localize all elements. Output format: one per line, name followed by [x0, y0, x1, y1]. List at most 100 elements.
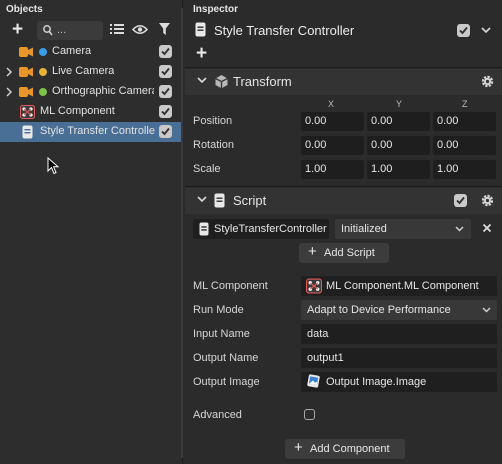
camera-layer-dot: [39, 48, 47, 56]
object-row-ml-component[interactable]: ML Component: [0, 102, 182, 122]
object-label: Live Camera: [52, 65, 115, 77]
scale-z-field[interactable]: 1.00: [433, 160, 496, 179]
gear-icon[interactable]: [480, 74, 495, 89]
script-asset-field[interactable]: StyleTransferController: [193, 219, 329, 239]
position-y-field[interactable]: 0.00: [367, 112, 430, 131]
script-enabled-checkbox[interactable]: [454, 194, 467, 207]
objects-search[interactable]: [37, 21, 103, 40]
output-name-field[interactable]: output1: [301, 348, 497, 368]
expand-arrow-icon[interactable]: [5, 66, 13, 78]
search-input[interactable]: [57, 22, 101, 38]
checkmark-icon: [456, 196, 465, 205]
transform-icon: [215, 75, 228, 89]
objects-panel: Objects + Camera: [0, 0, 183, 464]
checkmark-icon: [161, 67, 170, 76]
list-view-icon[interactable]: [110, 23, 124, 35]
camera-layer-dot: [39, 88, 47, 96]
checkmark-icon: [161, 107, 170, 116]
camera-icon: [19, 47, 33, 57]
divider: [185, 67, 502, 68]
filter-icon[interactable]: [159, 23, 170, 35]
input-name-field[interactable]: data: [301, 324, 497, 344]
script-section-header[interactable]: Script: [185, 188, 502, 214]
script-status-dropdown[interactable]: Initialized: [335, 219, 471, 239]
objects-tree: Camera Live Camera Orthographic Camera M…: [0, 42, 182, 142]
script-asset-name: StyleTransferController: [214, 223, 327, 235]
chevron-down-icon[interactable]: [197, 77, 207, 84]
run-mode-value: Adapt to Device Performance: [307, 304, 451, 316]
add-object-button[interactable]: +: [12, 20, 23, 39]
camera-layer-dot: [39, 68, 47, 76]
add-component-plus-button[interactable]: +: [196, 44, 207, 63]
scale-y-field[interactable]: 1.00: [367, 160, 430, 179]
ml-component-value: ML Component.ML Component: [326, 280, 479, 292]
script-icon: [214, 193, 225, 208]
inspector-panel: Inspector Style Transfer Controller + Tr…: [185, 0, 502, 464]
scale-x-field[interactable]: 1.00: [301, 160, 364, 179]
inspector-title: Inspector: [193, 4, 239, 15]
position-x-field[interactable]: 0.00: [301, 112, 364, 131]
rotation-x-field[interactable]: 0.00: [301, 136, 364, 155]
eye-icon[interactable]: [132, 24, 148, 35]
advanced-checkbox[interactable]: [304, 409, 315, 420]
section-title: Script: [233, 193, 267, 208]
chevron-down-icon[interactable]: [197, 196, 207, 203]
plus-icon: +: [294, 439, 303, 456]
rotation-z-field[interactable]: 0.00: [433, 136, 496, 155]
output-image-field[interactable]: Output Image.Image: [301, 372, 497, 392]
object-label: ML Component: [40, 105, 115, 117]
checkmark-icon: [459, 26, 468, 35]
advanced-label: Advanced: [193, 409, 242, 421]
input-name-value: data: [307, 328, 329, 340]
scale-label: Scale: [193, 163, 221, 175]
checkmark-icon: [161, 127, 170, 136]
position-z-field[interactable]: 0.00: [433, 112, 496, 131]
object-row-orthographic-camera[interactable]: Orthographic Camera: [0, 82, 182, 102]
object-enabled-checkbox[interactable]: [159, 65, 172, 78]
chevron-down-icon[interactable]: [481, 27, 491, 34]
object-enabled-checkbox[interactable]: [159, 85, 172, 98]
ml-component-field[interactable]: ML Component.ML Component: [301, 276, 497, 296]
object-label: Style Transfer Controller: [40, 125, 155, 137]
objects-scrollbar[interactable]: [181, 8, 183, 458]
position-label: Position: [193, 115, 233, 127]
object-enabled-checkbox[interactable]: [457, 24, 470, 37]
camera-icon: [19, 67, 33, 77]
ml-component-icon: [306, 278, 322, 294]
object-row-camera[interactable]: Camera: [0, 42, 182, 62]
axis-label-z: Z: [462, 99, 468, 109]
gear-icon[interactable]: [480, 193, 495, 208]
search-icon: [43, 25, 53, 36]
script-icon: [199, 222, 209, 236]
object-enabled-checkbox[interactable]: [159, 125, 172, 138]
input-name-label: Input Name: [193, 328, 250, 340]
rotation-y-field[interactable]: 0.00: [367, 136, 430, 155]
close-icon[interactable]: [482, 223, 492, 233]
axis-label-x: X: [328, 99, 335, 109]
run-mode-dropdown[interactable]: Adapt to Device Performance: [301, 300, 497, 320]
axis-label-y: Y: [396, 99, 403, 109]
output-image-value: Output Image.Image: [326, 376, 427, 388]
mouse-cursor-icon: [47, 157, 59, 175]
object-enabled-checkbox[interactable]: [159, 105, 172, 118]
object-row-live-camera[interactable]: Live Camera: [0, 62, 182, 82]
chevron-down-icon: [482, 307, 491, 313]
script-icon: [195, 22, 206, 37]
inspector-object-name[interactable]: Style Transfer Controller: [214, 23, 354, 38]
add-script-button[interactable]: + Add Script: [299, 243, 389, 263]
output-image-label: Output Image: [193, 376, 260, 388]
section-title: Transform: [233, 74, 292, 89]
object-label: Orthographic Camera: [52, 85, 154, 97]
plus-icon: +: [308, 243, 317, 260]
ml-component-icon: [20, 105, 35, 119]
script-status-value: Initialized: [341, 223, 387, 235]
checkmark-icon: [161, 87, 170, 96]
image-icon: [307, 374, 320, 388]
object-enabled-checkbox[interactable]: [159, 45, 172, 58]
run-mode-label: Run Mode: [193, 304, 244, 316]
transform-section-header[interactable]: Transform: [185, 69, 502, 95]
objects-panel-title: Objects: [6, 4, 43, 15]
object-row-style-transfer-controller[interactable]: Style Transfer Controller: [0, 122, 182, 142]
expand-arrow-icon[interactable]: [5, 86, 13, 98]
add-component-button[interactable]: + Add Component: [285, 439, 405, 459]
